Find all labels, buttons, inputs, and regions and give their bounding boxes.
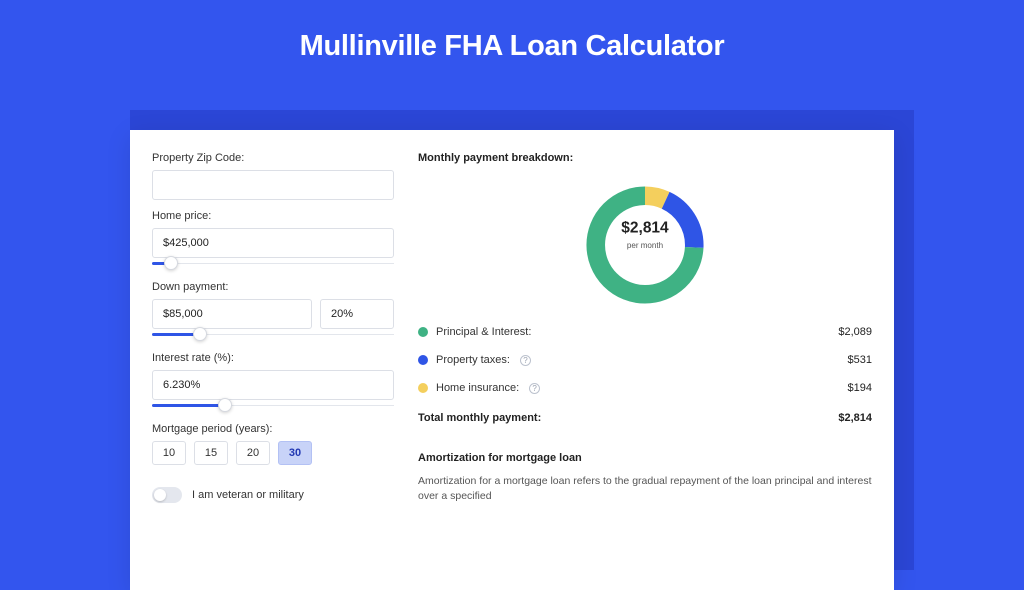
home-price-slider[interactable] xyxy=(152,257,394,271)
mortgage-period-label: Mortgage period (years): xyxy=(152,423,394,435)
period-option-10[interactable]: 10 xyxy=(152,441,186,465)
home-price-input[interactable] xyxy=(152,228,394,258)
veteran-label: I am veteran or military xyxy=(192,489,304,501)
breakdown-column: Monthly payment breakdown: $2,814 per mo… xyxy=(418,152,872,568)
breakdown-item-taxes: Property taxes: ? $531 xyxy=(418,346,872,374)
dot-icon xyxy=(418,383,428,393)
total-value: $2,814 xyxy=(838,412,872,424)
dot-icon xyxy=(418,327,428,337)
dot-icon xyxy=(418,355,428,365)
donut-sub: per month xyxy=(605,242,685,251)
breakdown-label: Property taxes: xyxy=(436,354,510,366)
breakdown-item-principal: Principal & Interest: $2,089 xyxy=(418,318,872,346)
period-option-20[interactable]: 20 xyxy=(236,441,270,465)
down-payment-label: Down payment: xyxy=(152,281,394,293)
breakdown-value: $531 xyxy=(848,354,872,366)
breakdown-value: $194 xyxy=(848,382,872,394)
down-payment-input[interactable] xyxy=(152,299,312,329)
donut-amount: $2,814 xyxy=(605,220,685,239)
period-option-30[interactable]: 30 xyxy=(278,441,312,465)
interest-rate-slider[interactable] xyxy=(152,399,394,413)
form-column: Property Zip Code: Home price: Down paym… xyxy=(152,152,394,568)
breakdown-total: Total monthly payment: $2,814 xyxy=(418,402,872,430)
period-option-15[interactable]: 15 xyxy=(194,441,228,465)
donut-chart: $2,814 per month xyxy=(418,174,872,318)
veteran-toggle[interactable] xyxy=(152,487,182,503)
amortization-title: Amortization for mortgage loan xyxy=(418,452,872,464)
total-label: Total monthly payment: xyxy=(418,412,541,424)
zip-label: Property Zip Code: xyxy=(152,152,394,164)
breakdown-title: Monthly payment breakdown: xyxy=(418,152,872,164)
interest-rate-label: Interest rate (%): xyxy=(152,352,394,364)
breakdown-label: Principal & Interest: xyxy=(436,326,531,338)
mortgage-period-group: 10 15 20 30 xyxy=(152,441,394,465)
breakdown-value: $2,089 xyxy=(838,326,872,338)
interest-rate-input[interactable] xyxy=(152,370,394,400)
breakdown-label: Home insurance: xyxy=(436,382,519,394)
home-price-label: Home price: xyxy=(152,210,394,222)
calculator-card: Property Zip Code: Home price: Down paym… xyxy=(130,130,894,590)
page-title: Mullinville FHA Loan Calculator xyxy=(0,30,1024,63)
breakdown-item-insurance: Home insurance: ? $194 xyxy=(418,374,872,402)
zip-input[interactable] xyxy=(152,170,394,200)
help-icon[interactable]: ? xyxy=(520,355,531,366)
amortization-body: Amortization for a mortgage loan refers … xyxy=(418,474,872,503)
help-icon[interactable]: ? xyxy=(529,383,540,394)
down-payment-percent-input[interactable] xyxy=(320,299,394,329)
down-payment-slider[interactable] xyxy=(152,328,394,342)
